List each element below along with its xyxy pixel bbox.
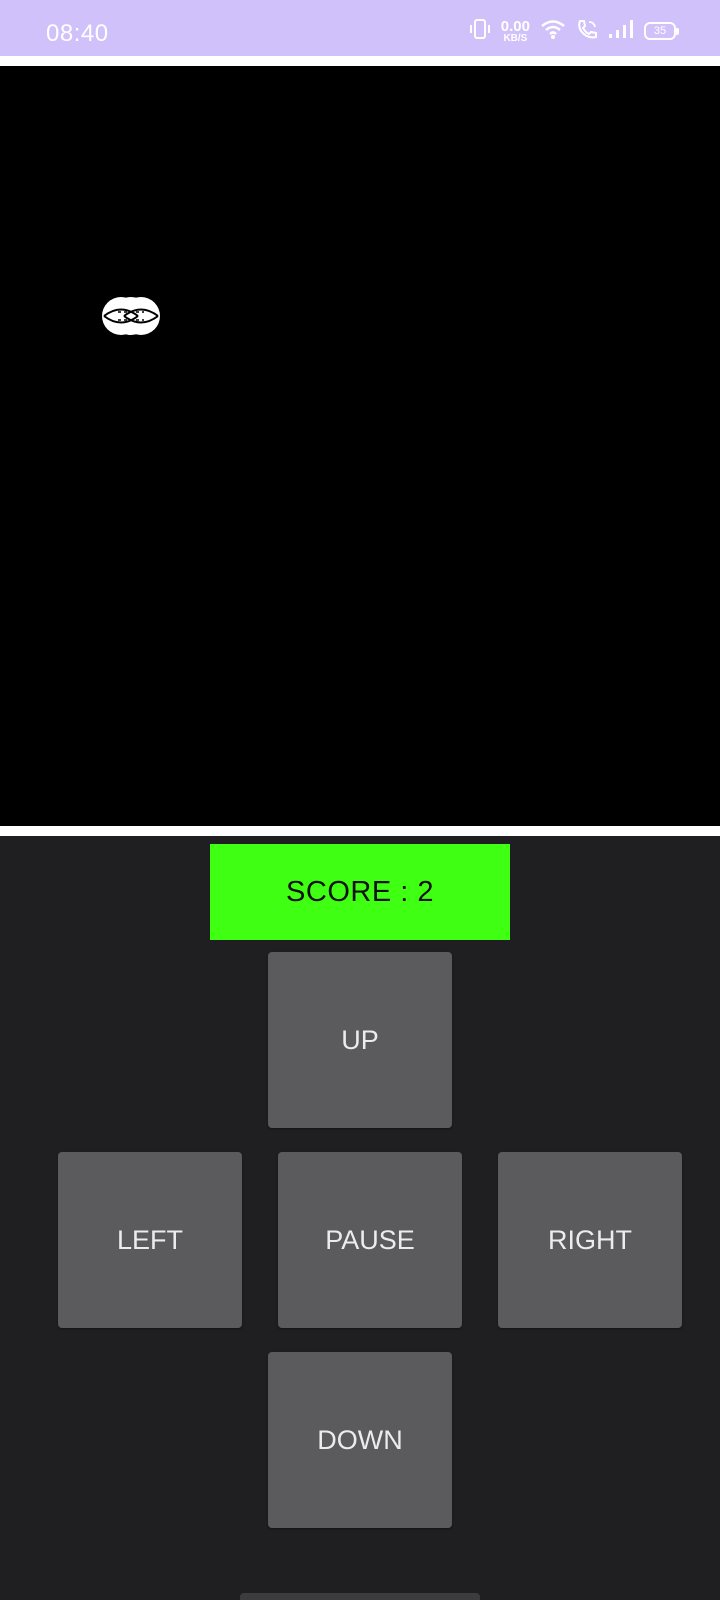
vibrate-icon [469, 18, 491, 45]
left-button[interactable]: LEFT [58, 1152, 242, 1328]
up-button[interactable]: UP [268, 952, 452, 1128]
signal-icon [608, 19, 634, 44]
network-speed: 0.00 KB/S [501, 19, 530, 44]
status-icons: 0.00 KB/S 35 [469, 18, 679, 45]
board-bottom-border [0, 826, 720, 836]
game-board [0, 66, 720, 826]
controls-panel: SCORE : 2 UP LEFT PAUSE RIGHT DOWN [0, 836, 720, 1600]
wifi-icon [540, 18, 566, 45]
down-button[interactable]: DOWN [268, 1352, 452, 1528]
score-display: SCORE : 2 [210, 844, 510, 940]
network-speed-value: 0.00 [500, 17, 530, 35]
status-bar: 08:40 0.00 KB/S 35 [0, 0, 720, 56]
battery-icon: 35 [644, 22, 679, 40]
right-button[interactable]: RIGHT [498, 1152, 682, 1328]
navigation-handle[interactable] [240, 1593, 480, 1600]
wifi-calling-icon [576, 18, 598, 45]
network-speed-unit: KB/S [503, 32, 528, 44]
pause-button[interactable]: PAUSE [278, 1152, 462, 1328]
snake [102, 297, 160, 335]
status-time: 08:40 [46, 20, 109, 47]
board-top-border [0, 56, 720, 66]
